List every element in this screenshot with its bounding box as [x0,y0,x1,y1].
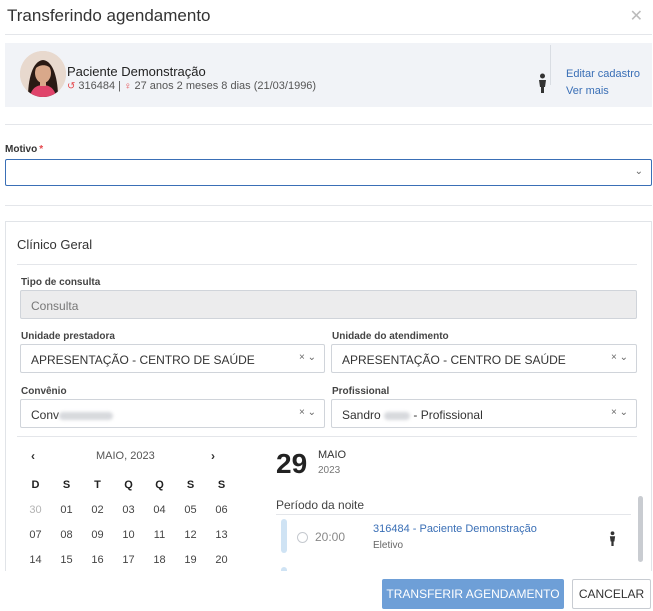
calendar-day[interactable]: 17 [113,551,144,569]
clear-chevron-icon[interactable]: × ⌄ [611,407,628,418]
section-divider-2 [5,205,652,206]
calendar-day[interactable]: 02 [82,501,113,519]
close-icon[interactable]: ✕ [630,6,643,26]
weekday-header: S [186,479,195,491]
calendar-day[interactable]: 20 [206,551,237,569]
slot-indicator [281,567,287,571]
profissional-prefix: Sandro [342,408,381,422]
slot-patient-link[interactable]: 316484 - Paciente Demonstração [373,523,537,535]
patient-name: Paciente Demonstração [67,64,206,79]
calendar-day[interactable]: 14 [20,551,51,569]
tipo-consulta-label: Tipo de consulta [21,277,101,288]
calendar-day[interactable]: 30 [20,501,51,519]
calendar-day[interactable]: 18 [144,551,175,569]
edit-profile-link[interactable]: Editar cadastro [566,68,640,80]
clear-chevron-icon[interactable]: × ⌄ [299,352,316,363]
selected-day: 29 [276,448,308,479]
calendar-day[interactable]: 10 [113,526,144,544]
schedule-panel: Clínico Geral Tipo de consulta Consulta … [5,221,652,571]
transfer-appointment-button[interactable]: TRANSFERIR AGENDAMENTO [382,579,564,609]
calendar-day[interactable]: 13 [206,526,237,544]
unidade-prestadora-select[interactable]: APRESENTAÇÃO - CENTRO DE SAÚDE × ⌄ [20,344,325,373]
dialog-title: Transferindo agendamento [7,6,211,25]
patient-meta: ↺ 316484 | ♀ 27 anos 2 meses 8 dias (21/… [67,80,316,92]
convenio-value: Conv [31,408,60,422]
tipo-consulta-field: Consulta [20,290,637,319]
section-divider [5,124,652,125]
calendar-day[interactable]: 19 [175,551,206,569]
calendar-day[interactable]: 01 [51,501,82,519]
clear-chevron-icon[interactable]: × ⌄ [299,407,316,418]
redacted-text [59,411,114,420]
slot-type: Eletivo [373,540,404,551]
calendar-day[interactable]: 05 [175,501,206,519]
unidade-atendimento-select[interactable]: APRESENTAÇÃO - CENTRO DE SAÚDE × ⌄ [331,344,637,373]
convenio-select[interactable]: Conv × ⌄ [20,399,325,428]
chevron-down-icon[interactable]: ⌄ [635,166,643,177]
calendar-grid: D S T Q Q S S 30 01 02 03 04 05 06 07 08… [20,476,237,569]
weekday-header: D [31,479,40,491]
panel-title: Clínico Geral [17,237,93,252]
calendar-day[interactable]: 07 [20,526,51,544]
redacted-text [384,411,411,420]
panel-divider-2 [17,436,637,437]
calendar-day[interactable]: 16 [82,551,113,569]
chevron-left-icon[interactable]: ‹ [31,449,35,463]
patient-card: Paciente Demonstração ↺ 316484 | ♀ 27 an… [5,43,652,107]
calendar-day[interactable]: 06 [206,501,237,519]
unidade-prestadora-value: APRESENTAÇÃO - CENTRO DE SAÚDE [31,353,255,367]
slot-radio[interactable] [297,532,308,543]
calendar-day[interactable]: 12 [175,526,206,544]
patient-record: 316484 [78,80,116,92]
weekday-header: Q [155,479,164,491]
unidade-atendimento-value: APRESENTAÇÃO - CENTRO DE SAÚDE [342,353,566,367]
clear-chevron-icon[interactable]: × ⌄ [611,352,628,363]
unidade-atendimento-label: Unidade do atendimento [332,331,449,342]
weekday-header: S [62,479,71,491]
required-mark: * [39,144,44,155]
selected-month: MAIO [318,449,347,461]
avatar-portrait [20,51,66,97]
motivo-label: Motivo * [5,144,43,155]
calendar-day[interactable]: 11 [144,526,175,544]
female-icon: ♀ [123,80,132,92]
meta-separator: | [118,80,121,92]
see-more-link[interactable]: Ver mais [566,85,609,97]
motivo-label-text: Motivo [5,144,38,155]
card-divider [550,45,551,85]
panel-divider [17,264,637,265]
weekday-header: S [217,479,226,491]
cancel-button[interactable]: CANCELAR [572,579,651,609]
calendar-day[interactable]: 03 [113,501,144,519]
period-title: Período da noite [276,498,365,512]
avatar [20,51,66,97]
period-divider [276,514,631,515]
calendar-day[interactable]: 15 [51,551,82,569]
unidade-prestadora-label: Unidade prestadora [21,331,115,342]
weekday-header: Q [124,479,133,491]
calendar-day[interactable]: 08 [51,526,82,544]
profissional-label: Profissional [332,386,390,397]
history-icon: ↺ [67,80,76,92]
profissional-suffix: - Profissional [413,408,483,422]
calendar-day[interactable]: 04 [144,501,175,519]
slots-scrollbar[interactable] [638,496,643,562]
profissional-select[interactable]: Sandro - Profissional × ⌄ [331,399,637,428]
slot-time: 20:00 [315,530,346,544]
convenio-label: Convênio [21,386,67,397]
weekday-header: T [94,479,101,491]
calendar-day[interactable]: 09 [82,526,113,544]
header-divider [5,34,652,35]
chevron-right-icon[interactable]: › [211,449,215,463]
selected-year: 2023 [318,465,341,476]
person-icon [609,531,616,546]
calendar-month: MAIO, 2023 [96,450,155,462]
slot-indicator [281,519,287,553]
motivo-select[interactable]: ⌄ [5,159,652,186]
patient-age: 27 anos 2 meses 8 dias (21/03/1996) [134,80,317,92]
person-icon [539,73,546,93]
